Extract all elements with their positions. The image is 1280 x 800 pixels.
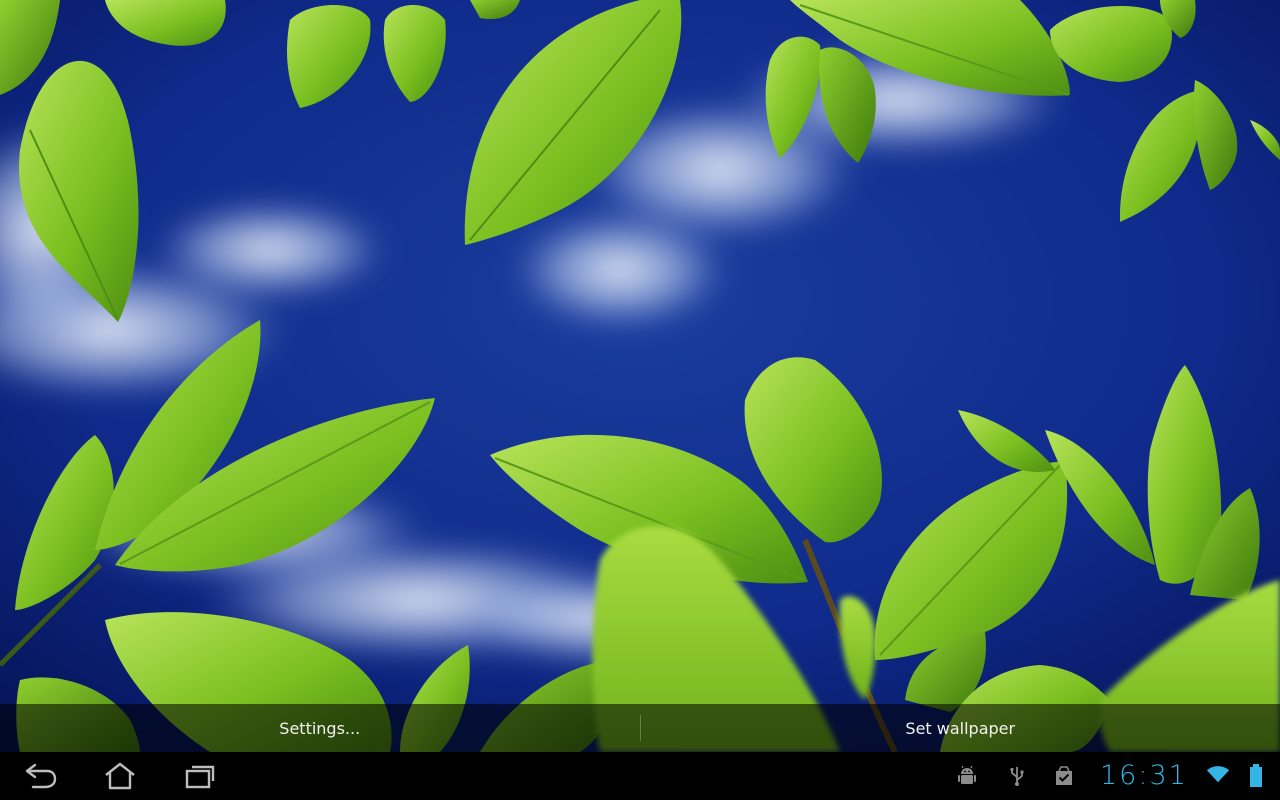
back-button[interactable] (8, 756, 72, 796)
leaves-wallpaper-image (0, 0, 1280, 752)
wallpaper-action-bar: Settings... Set wallpaper (0, 704, 1280, 752)
clock: 16:31 (1100, 760, 1188, 791)
set-wallpaper-button[interactable]: Set wallpaper (641, 704, 1280, 752)
back-icon (25, 763, 57, 789)
home-icon (105, 762, 135, 790)
system-bar: 16:31 (0, 752, 1280, 800)
set-wallpaper-button-label: Set wallpaper (905, 718, 1016, 738)
wifi-icon (1206, 762, 1230, 786)
download-complete-icon (1052, 764, 1076, 788)
android-debug-icon (955, 764, 979, 788)
settings-button[interactable]: Settings... (0, 704, 640, 752)
recent-apps-icon (185, 765, 215, 789)
recent-apps-button[interactable] (168, 756, 232, 796)
settings-button-label: Settings... (279, 718, 361, 738)
battery-icon (1244, 764, 1268, 788)
live-wallpaper-preview-screen: Settings... Set wallpaper 16:31 (0, 0, 1280, 800)
usb-icon (1005, 764, 1029, 788)
home-button[interactable] (88, 756, 152, 796)
